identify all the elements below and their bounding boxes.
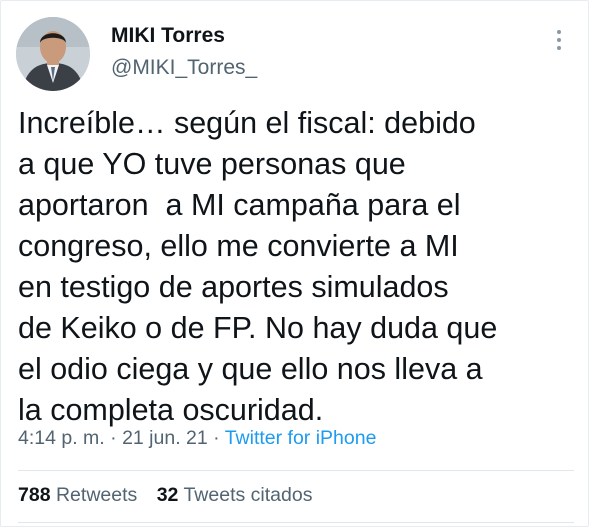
avatar[interactable]	[16, 17, 90, 91]
quote-tweets-label: Tweets citados	[183, 484, 313, 506]
meta-separator: ·	[104, 427, 123, 449]
tweet-line: de Keiko o de FP. No hay duda que	[18, 311, 498, 345]
tweet-text: Increíble… según el fiscal: debido a que…	[18, 103, 578, 431]
retweets-stat[interactable]: 788 Retweets	[18, 484, 137, 506]
more-dot	[557, 46, 561, 50]
tweet-meta: 4:14 p. m. · 21 jun. 21 · Twitter for iP…	[18, 427, 376, 450]
meta-separator: ·	[207, 427, 225, 449]
retweets-label: Retweets	[55, 484, 138, 506]
tweet-line: aportaron a MI campaña para el	[18, 188, 461, 222]
tweet-line: el odio ciega y que ello nos lleva a	[18, 352, 483, 386]
author-name[interactable]: MIKI Torres	[111, 24, 225, 48]
tweet-line: Increíble… según el fiscal: debido	[18, 106, 476, 140]
quote-tweets-count: 32	[156, 484, 179, 506]
tweet-line: la completa oscuridad.	[18, 393, 324, 427]
more-options-icon[interactable]	[552, 28, 566, 52]
tweet-source-link[interactable]: Twitter for iPhone	[225, 427, 377, 449]
divider	[18, 522, 574, 523]
author-handle[interactable]: @MIKI_Torres_	[111, 56, 257, 80]
quote-tweets-stat[interactable]: 32 Tweets citados	[157, 484, 313, 506]
tweet-line: congreso, ello me convierte a MI	[18, 229, 459, 263]
tweet-time[interactable]: 4:14 p. m.	[18, 427, 105, 449]
more-dot	[557, 30, 561, 34]
retweets-count: 788	[18, 484, 51, 506]
tweet-date[interactable]: 21 jun. 21	[122, 427, 208, 449]
more-dot	[557, 38, 561, 42]
tweet-stats: 788 Retweets 32 Tweets citados	[18, 484, 312, 507]
divider	[18, 470, 574, 471]
tweet-line: en testigo de aportes simulados	[18, 270, 449, 304]
tweet-line: a que YO tuve personas que	[18, 147, 406, 181]
